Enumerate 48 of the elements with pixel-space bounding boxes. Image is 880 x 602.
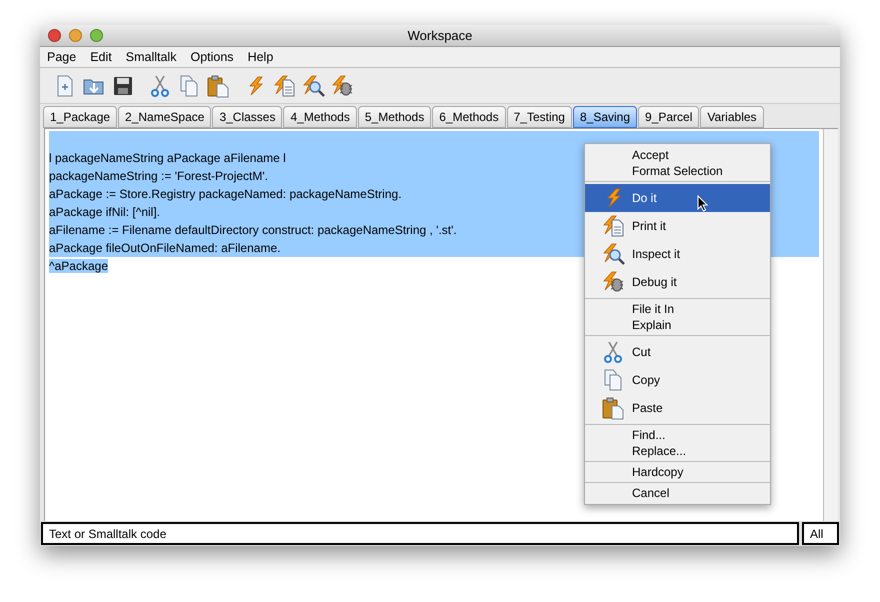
menu-item[interactable]: Format Selection (585, 163, 770, 179)
menu-item[interactable]: File it In (585, 301, 770, 317)
menu-item[interactable]: Do it (585, 184, 770, 212)
tab[interactable]: 8_Saving (572, 106, 638, 128)
menu-item[interactable]: Options (190, 48, 234, 66)
menu-item[interactable]: Copy (585, 366, 770, 394)
tab[interactable]: 5_Methods (358, 106, 432, 128)
menu-item[interactable]: Hardcopy (585, 464, 770, 480)
mouse-pointer-icon (697, 195, 708, 212)
menu-item[interactable]: Accept (585, 147, 770, 163)
cut-icon (601, 340, 625, 364)
paste-icon (601, 396, 625, 420)
lightning-magnifier-icon (601, 242, 625, 266)
tab[interactable]: 2_NameSpace (118, 106, 212, 128)
menu-item[interactable]: Inspect it (585, 240, 770, 268)
tab[interactable]: 7_Testing (506, 106, 572, 128)
tab[interactable]: Variables (700, 106, 764, 128)
cut-icon (148, 74, 172, 98)
tab[interactable]: 6_Methods (432, 106, 506, 128)
menu-item[interactable]: Print it (585, 212, 770, 240)
paste-icon (206, 74, 230, 98)
close-button[interactable] (48, 29, 61, 42)
menu-item[interactable]: Cut (585, 338, 770, 366)
window-title: Workspace (408, 26, 472, 45)
menu-item[interactable]: Help (248, 48, 274, 66)
lightning-document-icon (601, 214, 625, 238)
tab[interactable]: 3_Classes (212, 106, 282, 128)
menu-item[interactable]: Smalltalk (126, 48, 176, 66)
scope-indicator: All (802, 522, 839, 545)
menu-item[interactable]: Page (47, 48, 76, 66)
menu-item[interactable]: Replace... (585, 443, 770, 459)
zoom-button[interactable] (90, 29, 103, 42)
minimize-button[interactable] (69, 29, 82, 42)
scrollbar[interactable] (823, 129, 838, 521)
tab[interactable]: 9_Parcel (638, 106, 700, 128)
menu-item[interactable]: Find... (585, 427, 770, 443)
menu-item[interactable]: Explain (585, 317, 770, 333)
lightning-document-icon (272, 74, 296, 98)
lightning-bug-icon (330, 74, 354, 98)
menu-item[interactable]: Paste (585, 394, 770, 422)
lightning-magnifier-icon (301, 74, 325, 98)
tab[interactable]: 4_Methods (283, 106, 357, 128)
lightning-bug-icon (601, 270, 625, 294)
status-text: Text or Smalltalk code (41, 522, 799, 545)
menu-item[interactable]: Cancel (585, 485, 770, 501)
menu-item[interactable]: Debug it (585, 268, 770, 296)
menu-item[interactable]: Edit (90, 48, 112, 66)
tab[interactable]: 1_Package (43, 106, 118, 128)
